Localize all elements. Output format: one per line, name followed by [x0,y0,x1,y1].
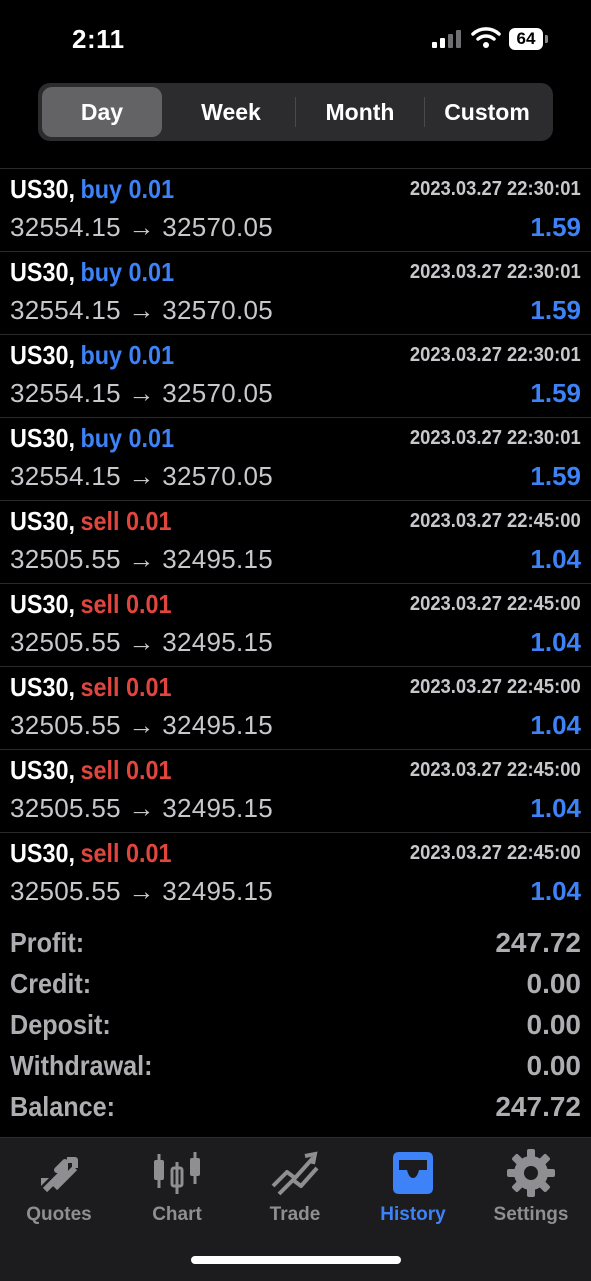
tabbar-settings[interactable]: Settings [472,1148,590,1238]
row-datetime: 2023.03.27 22:45:00 [410,593,581,615]
row-action: buy 0.01 [80,423,175,453]
row-profit: 1.59 [530,461,581,491]
row-action: sell 0.01 [80,838,172,868]
row-symbol: US30, [10,174,76,204]
summary-value: 0.00 [526,1050,582,1081]
row-symbol: US30, [10,589,76,619]
tabbar-history[interactable]: History [354,1148,472,1238]
row-symbol: US30, [10,423,76,453]
row-profit: 1.04 [530,876,581,906]
tabbar-label: History [380,1204,446,1225]
summary-label: Credit: [10,968,92,999]
tab-day[interactable]: Day [42,87,162,137]
wifi-icon [471,27,501,48]
row-datetime: 2023.03.27 22:45:00 [410,842,581,864]
row-symbol: US30, [10,257,76,287]
row-action: buy 0.01 [80,174,175,204]
row-prices: 32505.55 → 32495.15 [10,627,274,657]
row-prices: 32505.55 → 32495.15 [10,876,274,906]
summary-balance: Balance: 247.72 [0,1091,591,1131]
row-datetime: 2023.03.27 22:45:00 [410,676,581,698]
row-action: buy 0.01 [80,340,175,370]
candlestick-chart-icon [154,1152,200,1194]
summary-label: Withdrawal: [10,1050,153,1081]
tab-week[interactable]: Week [167,87,295,137]
list-item[interactable]: US30, buy 0.01 2023.03.27 22:30:01 32554.… [0,334,591,418]
row-datetime: 2023.03.27 22:45:00 [410,510,581,532]
row-datetime: 2023.03.27 22:30:01 [410,178,581,200]
row-profit: 1.04 [530,627,581,657]
summary-profit: Profit: 247.72 [0,927,591,967]
status-time: 2:11 [72,24,125,54]
tabbar-label: Quotes [26,1204,92,1225]
row-action: sell 0.01 [80,589,172,619]
row-action: sell 0.01 [80,672,172,702]
row-action: sell 0.01 [80,755,172,785]
history-tray-icon [393,1152,433,1194]
tabbar-quotes[interactable]: Quotes [0,1148,118,1238]
status-bar: 2:11 64 [0,0,591,80]
row-profit: 1.04 [530,710,581,740]
summary-value: 0.00 [526,1009,582,1040]
row-prices: 32505.55 → 32495.15 [10,793,274,823]
tabbar-trade[interactable]: Trade [236,1148,354,1238]
trade-trend-icon [271,1151,319,1196]
list-item[interactable]: US30, sell 0.01 2023.03.27 22:45:00 32505… [0,583,591,667]
row-prices: 32554.15 → 32570.05 [10,378,274,408]
tabbar-label: Settings [493,1204,569,1225]
row-prices: 32505.55 → 32495.15 [10,544,274,574]
summary-withdrawal: Withdrawal: 0.00 [0,1050,591,1090]
list-item[interactable]: US30, buy 0.01 2023.03.27 22:30:01 32554.… [0,417,591,501]
battery-icon: 64 [509,28,543,50]
list-item[interactable]: US30, sell 0.01 2023.03.27 22:45:00 32505… [0,749,591,833]
row-profit: 1.59 [530,212,581,242]
summary-value: 247.72 [495,927,581,958]
quotes-arrows-icon [41,1157,78,1193]
row-action: buy 0.01 [80,257,175,287]
row-prices: 32505.55 → 32495.15 [10,710,274,740]
row-profit: 1.04 [530,544,581,574]
history-list[interactable]: US30, buy 0.01 2023.03.27 22:30:01 32554.… [0,145,591,915]
row-profit: 1.59 [530,378,581,408]
gear-icon [507,1149,555,1197]
tabbar-label: Trade [269,1204,321,1225]
list-item[interactable]: US30, buy 0.01 2023.03.27 22:30:01 32554.… [0,168,591,252]
tab-custom[interactable]: Custom [425,87,549,137]
row-symbol: US30, [10,755,76,785]
summary-value: 0.00 [526,968,582,999]
row-prices: 32554.15 → 32570.05 [10,212,274,242]
row-datetime: 2023.03.27 22:30:01 [410,427,581,449]
row-prices: 32554.15 → 32570.05 [10,295,274,325]
tabbar-label: Chart [152,1204,202,1225]
row-profit: 1.04 [530,793,581,823]
list-item[interactable]: US30, sell 0.01 2023.03.27 22:45:00 32505… [0,832,591,915]
cellular-signal-icon [432,30,464,48]
summary-credit: Credit: 0.00 [0,968,591,1008]
list-item[interactable]: US30, buy 0.01 2023.03.27 22:30:01 32554.… [0,251,591,335]
list-item[interactable]: US30, sell 0.01 2023.03.27 22:45:00 32505… [0,500,591,584]
summary-value: 247.72 [495,1091,581,1122]
period-segmented-control: Day Week Month Custom [38,83,553,141]
row-profit: 1.59 [530,295,581,325]
summary-label: Profit: [10,927,85,958]
row-datetime: 2023.03.27 22:30:01 [410,261,581,283]
row-symbol: US30, [10,340,76,370]
row-symbol: US30, [10,672,76,702]
list-item[interactable]: US30, sell 0.01 2023.03.27 22:45:00 32505… [0,666,591,750]
row-action: sell 0.01 [80,506,172,536]
row-datetime: 2023.03.27 22:45:00 [410,759,581,781]
row-symbol: US30, [10,506,76,536]
tab-month[interactable]: Month [296,87,424,137]
tabbar-chart[interactable]: Chart [118,1148,236,1238]
summary-label: Deposit: [10,1009,111,1040]
summary-label: Balance: [10,1091,116,1122]
row-symbol: US30, [10,838,76,868]
home-indicator[interactable] [191,1256,401,1264]
row-prices: 32554.15 → 32570.05 [10,461,274,491]
summary-deposit: Deposit: 0.00 [0,1009,591,1049]
row-datetime: 2023.03.27 22:30:01 [410,344,581,366]
list-item-partial[interactable] [0,145,591,169]
battery-tip [545,35,548,43]
